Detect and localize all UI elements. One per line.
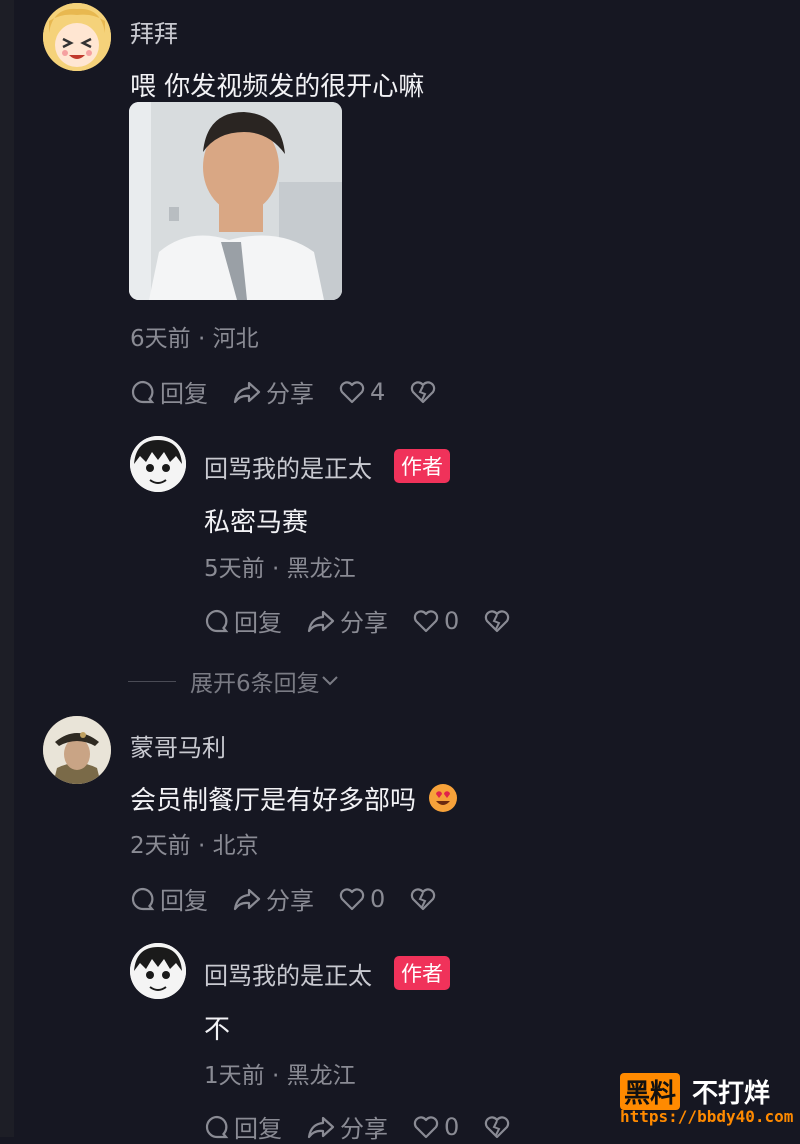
dislike-button[interactable] bbox=[483, 608, 515, 634]
reply-button[interactable]: 回复 bbox=[130, 881, 208, 916]
reply-label: 回复 bbox=[234, 1115, 282, 1143]
share-label: 分享 bbox=[266, 380, 314, 408]
comment-meta: 2天前 · 北京 bbox=[130, 833, 259, 859]
watermark-box: 黑料 bbox=[620, 1073, 681, 1110]
like-button[interactable]: 0 bbox=[338, 885, 385, 913]
comment-username[interactable]: 拜拜 bbox=[130, 14, 178, 49]
broken-heart-icon bbox=[485, 1115, 510, 1138]
avatar[interactable] bbox=[130, 436, 186, 492]
like-count: 0 bbox=[370, 884, 386, 913]
like-button[interactable]: 4 bbox=[338, 378, 385, 406]
comment-meta: 6天前 · 河北 bbox=[130, 326, 259, 352]
reply-actions: 回复 分享 0 bbox=[204, 1109, 539, 1144]
reply-label: 回复 bbox=[234, 609, 282, 637]
dislike-button[interactable] bbox=[483, 1114, 515, 1140]
reply-label: 回复 bbox=[160, 887, 208, 915]
heart-icon bbox=[413, 609, 439, 632]
heart-eyes-emoji-icon bbox=[428, 783, 458, 820]
like-count: 0 bbox=[444, 606, 460, 635]
expand-label: 展开6条回复 bbox=[190, 671, 320, 697]
manga-avatar-icon bbox=[130, 943, 186, 999]
avatar[interactable] bbox=[43, 716, 111, 784]
dislike-button[interactable] bbox=[409, 379, 441, 405]
expand-replies-button[interactable]: 展开6条回复 bbox=[128, 664, 340, 698]
like-count: 4 bbox=[370, 377, 386, 406]
anime-avatar-icon bbox=[43, 3, 111, 71]
share-button[interactable]: 分享 bbox=[232, 881, 314, 916]
watermark: 黑料 不打烊 https://bbdy40.com bbox=[620, 1071, 794, 1131]
broken-heart-icon bbox=[411, 380, 436, 403]
chevron-down-icon bbox=[321, 676, 338, 686]
comment-bubble-icon bbox=[131, 887, 155, 910]
comment-username[interactable]: 蒙哥马利 bbox=[130, 728, 226, 763]
reply-button[interactable]: 回复 bbox=[204, 1109, 282, 1144]
broken-heart-icon bbox=[411, 887, 436, 910]
comment-image[interactable] bbox=[129, 102, 342, 300]
heart-icon bbox=[339, 380, 365, 403]
reply-username[interactable]: 回骂我的是正太 bbox=[204, 449, 372, 484]
comment-text: 喂 你发视频发的很开心嘛 bbox=[130, 72, 425, 102]
heart-icon bbox=[413, 1115, 439, 1138]
reply-text: 私密马赛 bbox=[204, 508, 309, 538]
share-button[interactable]: 分享 bbox=[306, 1109, 388, 1144]
comment-text: 会员制餐厅是有好多部吗 bbox=[130, 780, 458, 820]
comment-text-content: 会员制餐厅是有好多部吗 bbox=[130, 786, 417, 816]
reply-button[interactable]: 回复 bbox=[130, 374, 208, 409]
reply-text: 不 bbox=[204, 1015, 231, 1045]
left-edge bbox=[0, 0, 14, 1137]
person-photo-icon bbox=[129, 102, 342, 300]
comment-bubble-icon bbox=[205, 609, 229, 632]
avatar[interactable] bbox=[130, 943, 186, 999]
share-button[interactable]: 分享 bbox=[232, 374, 314, 409]
share-arrow-icon bbox=[233, 888, 261, 910]
reply-button[interactable]: 回复 bbox=[204, 603, 282, 638]
comment-actions: 回复 分享 0 bbox=[130, 881, 465, 916]
share-button[interactable]: 分享 bbox=[306, 603, 388, 638]
watermark-url: https://bbdy40.com bbox=[620, 1107, 794, 1126]
reply-actions: 回复 分享 0 bbox=[204, 603, 539, 638]
share-label: 分享 bbox=[266, 887, 314, 915]
reply-meta: 5天前 · 黑龙江 bbox=[204, 556, 356, 582]
comment-actions: 回复 分享 4 bbox=[130, 374, 465, 409]
share-label: 分享 bbox=[340, 1115, 388, 1143]
like-button[interactable]: 0 bbox=[412, 1113, 459, 1141]
share-arrow-icon bbox=[307, 610, 335, 632]
share-label: 分享 bbox=[340, 609, 388, 637]
like-count: 0 bbox=[444, 1112, 460, 1141]
soldier-avatar-icon bbox=[43, 716, 111, 784]
manga-avatar-icon bbox=[130, 436, 186, 492]
author-badge: 作者 bbox=[394, 449, 450, 483]
broken-heart-icon bbox=[485, 609, 510, 632]
comment-bubble-icon bbox=[131, 380, 155, 403]
reply-meta: 1天前 · 黑龙江 bbox=[204, 1063, 356, 1089]
like-button[interactable]: 0 bbox=[412, 607, 459, 635]
expand-divider bbox=[128, 680, 176, 682]
share-arrow-icon bbox=[233, 381, 261, 403]
watermark-text: 不打烊 bbox=[692, 1079, 771, 1109]
share-arrow-icon bbox=[307, 1116, 335, 1138]
author-badge: 作者 bbox=[394, 956, 450, 990]
heart-icon bbox=[339, 887, 365, 910]
dislike-button[interactable] bbox=[409, 886, 441, 912]
avatar[interactable] bbox=[43, 3, 111, 71]
reply-username[interactable]: 回骂我的是正太 bbox=[204, 956, 372, 991]
comment-bubble-icon bbox=[205, 1115, 229, 1138]
reply-label: 回复 bbox=[160, 380, 208, 408]
